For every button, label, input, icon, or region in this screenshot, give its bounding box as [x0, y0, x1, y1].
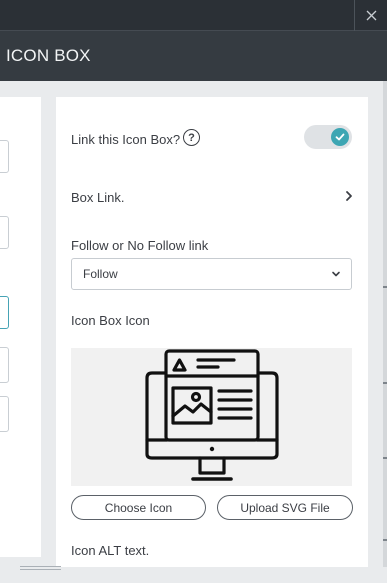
upload-svg-button[interactable]: Upload SVG File: [217, 495, 353, 520]
left-field-2[interactable]: [0, 216, 9, 249]
panel-header: ICON BOX: [0, 31, 387, 81]
left-settings-column: [0, 97, 41, 557]
left-field-4[interactable]: [0, 347, 9, 383]
toggle-knob: [331, 128, 349, 146]
monitor-webpage-icon: [145, 349, 279, 481]
box-link-label[interactable]: Box Link.: [71, 190, 124, 205]
resize-grip[interactable]: [20, 566, 61, 573]
left-field-3[interactable]: [0, 296, 9, 329]
chevron-down-icon: [332, 271, 340, 277]
link-box-label: Link this Icon Box?: [71, 132, 181, 147]
page-title: ICON BOX: [6, 46, 91, 65]
follow-select[interactable]: Follow: [71, 258, 352, 290]
icon-box-icon-label: Icon Box Icon: [71, 313, 150, 328]
left-field-5[interactable]: [0, 396, 9, 432]
chevron-right-icon[interactable]: [343, 189, 355, 203]
icon-preview: [71, 348, 352, 486]
check-icon: [335, 133, 345, 141]
top-bar: [0, 0, 387, 31]
choose-icon-button[interactable]: Choose Icon: [71, 495, 206, 520]
follow-select-value: Follow: [83, 267, 118, 281]
right-gutter: [383, 81, 387, 583]
close-icon: [366, 10, 376, 21]
left-field-1[interactable]: [0, 140, 9, 173]
follow-label: Follow or No Follow link: [71, 238, 209, 253]
icon-box-settings-panel: Link this Icon Box? ? Box Link. Follow o…: [56, 97, 368, 567]
icon-alt-text-label: Icon ALT text.: [71, 543, 150, 558]
link-box-toggle[interactable]: [304, 125, 352, 149]
help-icon[interactable]: ?: [183, 129, 200, 146]
close-button[interactable]: [354, 0, 387, 31]
